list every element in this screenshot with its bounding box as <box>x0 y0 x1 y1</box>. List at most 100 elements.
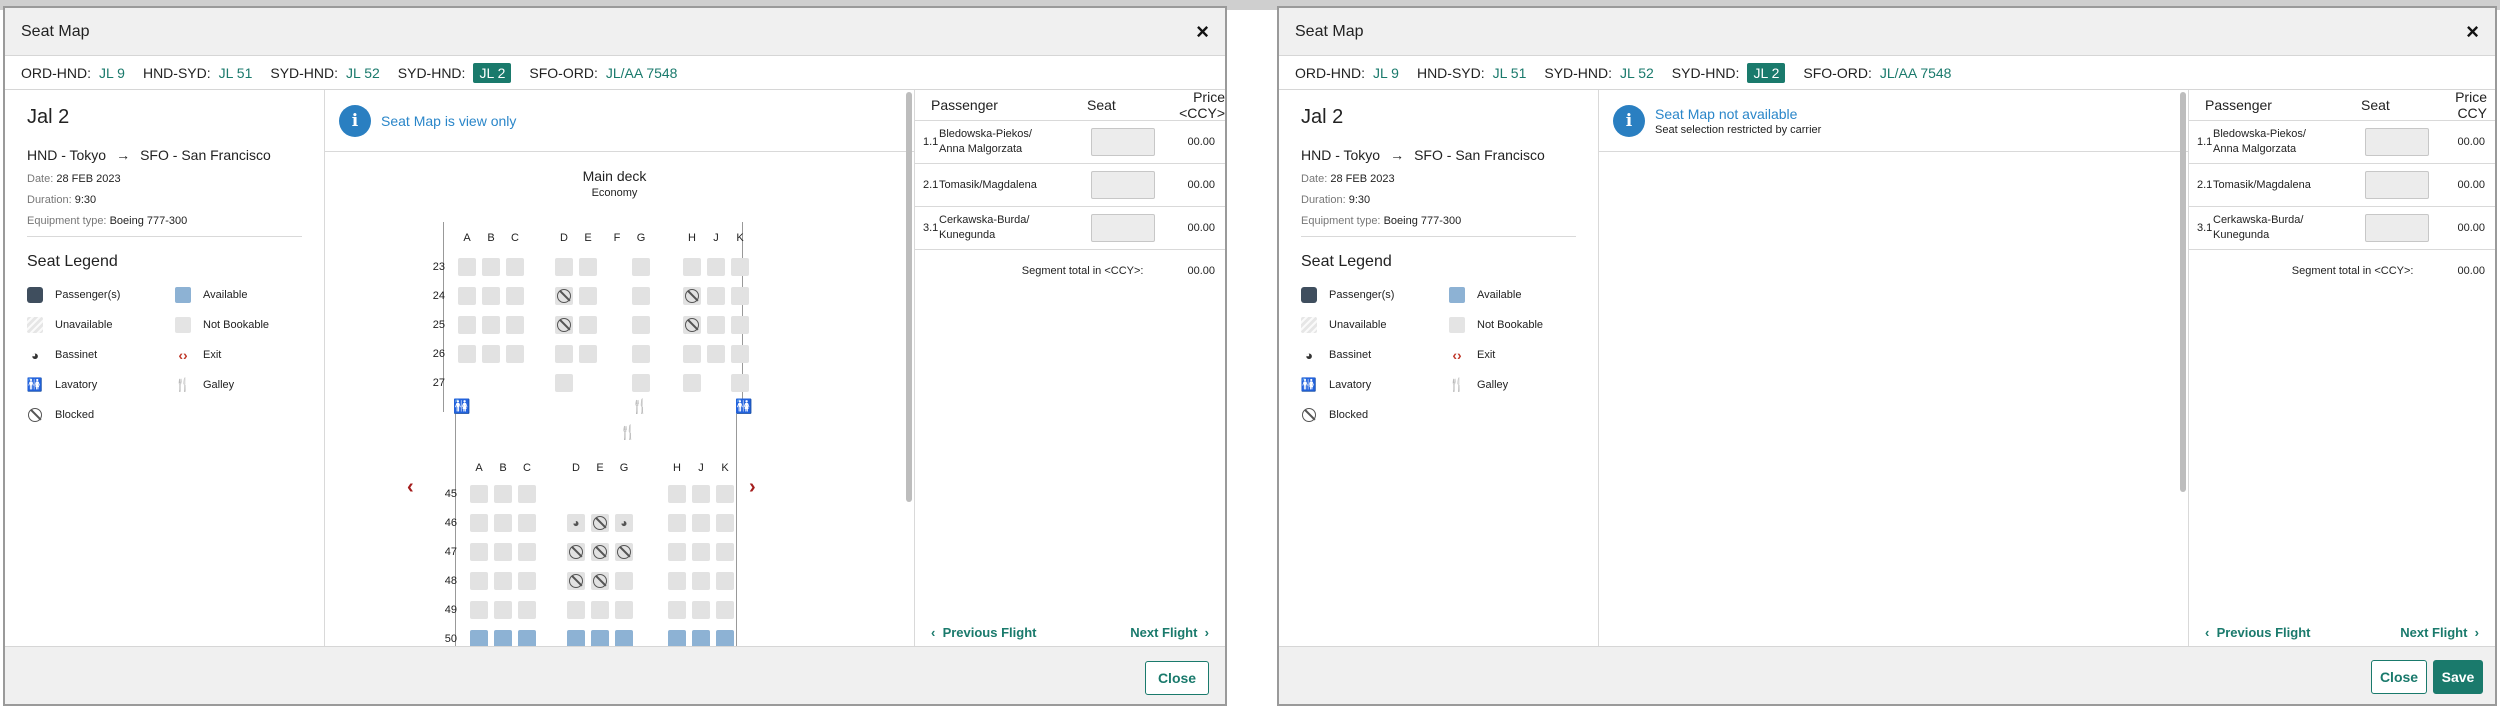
segment-tab-3[interactable]: SYD-HND: JL 52 <box>270 65 379 81</box>
seat[interactable] <box>494 514 512 532</box>
seat-bassinet[interactable]: ◕ <box>615 514 633 532</box>
seat[interactable] <box>668 572 686 590</box>
seat[interactable] <box>458 345 476 363</box>
seat[interactable] <box>615 572 633 590</box>
seat[interactable] <box>716 601 734 619</box>
seat-map-canvas[interactable]: Main deck Economy A B C D E G H J K F 23 24 25 26 27 🚻 🍴… <box>325 152 904 650</box>
seat[interactable] <box>470 485 488 503</box>
seat-bassinet[interactable]: ◕ <box>567 514 585 532</box>
seat[interactable] <box>632 258 650 276</box>
seat[interactable] <box>470 543 488 561</box>
segment-tab-4-active[interactable]: SYD-HND: JL 2 <box>398 62 512 83</box>
seat-blocked[interactable] <box>683 287 701 305</box>
seat[interactable] <box>518 543 536 561</box>
seat[interactable] <box>668 485 686 503</box>
previous-flight-link[interactable]: ‹ Previous Flight <box>931 625 1036 640</box>
seat[interactable] <box>458 287 476 305</box>
seat[interactable] <box>482 345 500 363</box>
seat[interactable] <box>692 543 710 561</box>
seat[interactable] <box>731 345 749 363</box>
seat[interactable] <box>615 601 633 619</box>
map-scrollbar[interactable] <box>906 92 912 502</box>
seat-field[interactable] <box>1091 128 1155 156</box>
seat-blocked[interactable] <box>555 316 573 334</box>
seat[interactable] <box>707 287 725 305</box>
next-flight-link[interactable]: Next Flight › <box>1130 625 1209 640</box>
segment-tab-2[interactable]: HND-SYD: JL 51 <box>143 65 252 81</box>
close-icon[interactable]: × <box>2466 20 2479 43</box>
seat[interactable] <box>716 572 734 590</box>
seat-blocked[interactable] <box>615 543 633 561</box>
seat[interactable] <box>555 258 573 276</box>
seat[interactable] <box>692 485 710 503</box>
seat[interactable] <box>632 316 650 334</box>
previous-flight-link[interactable]: ‹ Previous Flight <box>2205 625 2310 640</box>
seat[interactable] <box>470 572 488 590</box>
seat[interactable] <box>506 316 524 334</box>
save-button[interactable]: Save <box>2433 660 2483 694</box>
seat[interactable] <box>579 258 597 276</box>
segment-tab-3[interactable]: SYD-HND: JL 52 <box>1544 65 1653 81</box>
seat[interactable] <box>692 514 710 532</box>
seat[interactable] <box>494 601 512 619</box>
seat[interactable] <box>555 374 573 392</box>
seat[interactable] <box>518 485 536 503</box>
chevron-right-icon[interactable]: › <box>749 476 756 499</box>
seat[interactable] <box>683 258 701 276</box>
seat[interactable] <box>458 316 476 334</box>
seat[interactable] <box>518 514 536 532</box>
seat-blocked[interactable] <box>567 543 585 561</box>
seat[interactable] <box>707 316 725 334</box>
seat[interactable] <box>579 287 597 305</box>
seat-blocked[interactable] <box>567 572 585 590</box>
seat[interactable] <box>506 345 524 363</box>
seat[interactable] <box>555 345 573 363</box>
seat-blocked[interactable] <box>591 572 609 590</box>
seat[interactable] <box>632 287 650 305</box>
seat[interactable] <box>494 485 512 503</box>
seat[interactable] <box>482 287 500 305</box>
segment-tab-2[interactable]: HND-SYD: JL 51 <box>1417 65 1526 81</box>
seat[interactable] <box>579 316 597 334</box>
seat-field[interactable] <box>2365 128 2429 156</box>
seat[interactable] <box>632 374 650 392</box>
seat[interactable] <box>470 514 488 532</box>
seat-field[interactable] <box>1091 171 1155 199</box>
seat[interactable] <box>668 601 686 619</box>
seat[interactable] <box>494 543 512 561</box>
seat-blocked[interactable] <box>555 287 573 305</box>
seat[interactable] <box>668 514 686 532</box>
seat[interactable] <box>482 258 500 276</box>
segment-tab-1[interactable]: ORD-HND: JL 9 <box>21 65 125 81</box>
seat[interactable] <box>567 601 585 619</box>
seat[interactable] <box>707 258 725 276</box>
seat-field[interactable] <box>2365 171 2429 199</box>
seat-field[interactable] <box>1091 214 1155 242</box>
seat-blocked[interactable] <box>591 543 609 561</box>
seat[interactable] <box>683 374 701 392</box>
seat[interactable] <box>707 345 725 363</box>
seat[interactable] <box>731 374 749 392</box>
seat[interactable] <box>470 601 488 619</box>
chevron-left-icon[interactable]: ‹ <box>407 476 414 499</box>
seat-blocked[interactable] <box>683 316 701 334</box>
seat[interactable] <box>692 572 710 590</box>
seat[interactable] <box>506 258 524 276</box>
seat[interactable] <box>579 345 597 363</box>
close-button[interactable]: Close <box>1145 661 1209 695</box>
next-flight-link[interactable]: Next Flight › <box>2400 625 2479 640</box>
close-icon[interactable]: × <box>1196 20 1209 43</box>
segment-tab-1[interactable]: ORD-HND: JL 9 <box>1295 65 1399 81</box>
seat[interactable] <box>518 572 536 590</box>
segment-tab-4-active[interactable]: SYD-HND: JL 2 <box>1672 62 1786 83</box>
close-button[interactable]: Close <box>2371 660 2427 694</box>
seat[interactable] <box>518 601 536 619</box>
seat[interactable] <box>668 543 686 561</box>
map-scrollbar[interactable] <box>2180 92 2186 492</box>
segment-tab-5[interactable]: SFO-ORD: JL/AA 7548 <box>529 65 677 81</box>
seat[interactable] <box>731 316 749 334</box>
seat[interactable] <box>716 514 734 532</box>
seat-blocked[interactable] <box>591 514 609 532</box>
seat[interactable] <box>591 601 609 619</box>
seat[interactable] <box>731 287 749 305</box>
